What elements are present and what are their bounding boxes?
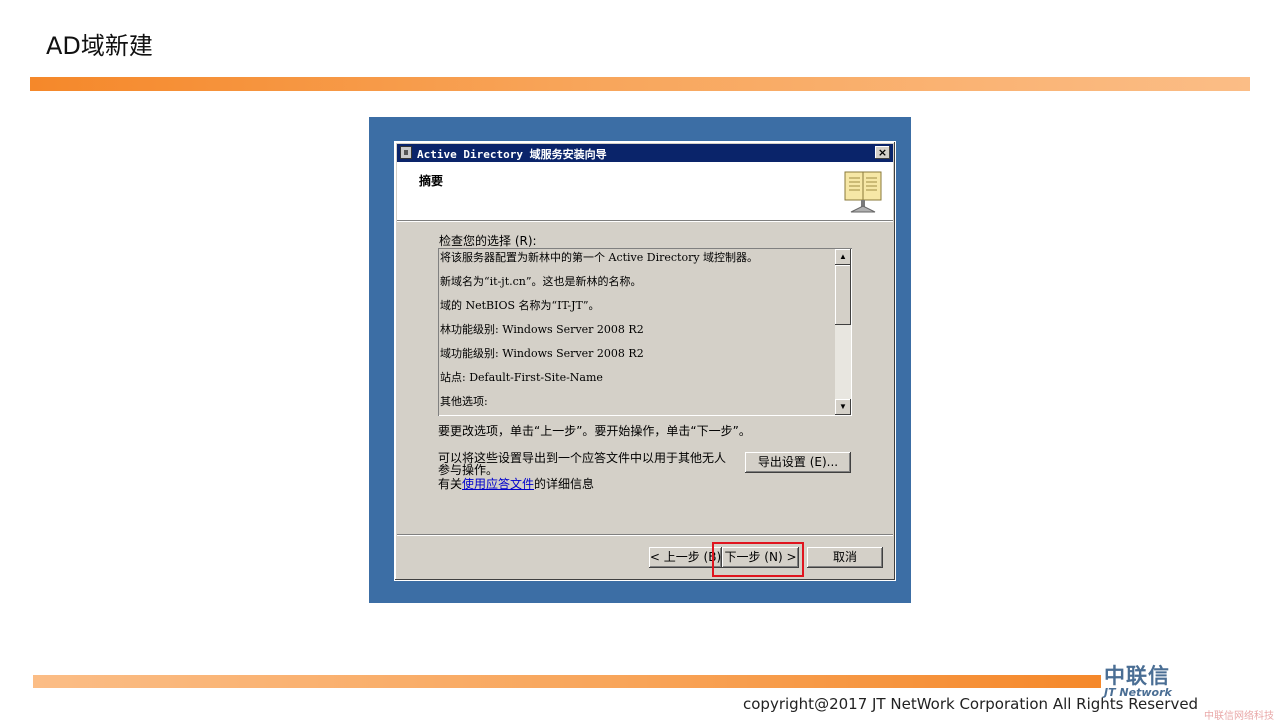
screenshot-frame: Active Directory 域服务安装向导 × 摘要 检查您的选择 (R)… [369,117,911,603]
close-icon[interactable]: × [875,146,890,159]
slide-title: AD域新建 [46,32,153,60]
header-panel: 摘要 [397,162,893,221]
page-title: 摘要 [419,174,444,188]
answer-file-link[interactable]: 使用应答文件 [462,477,534,491]
summary-line: 其他选项: [440,395,488,408]
company-logo: 中联信 JT Network [1104,664,1172,699]
summary-listbox[interactable]: 将该服务器配置为新林中的第一个 Active Directory 域控制器。 新… [438,248,852,416]
summary-line: 林功能级别: Windows Server 2008 R2 [440,323,644,336]
export-settings-button[interactable]: 导出设置 (E)... [745,452,851,473]
vertical-scrollbar[interactable]: ▲ ▼ [835,249,851,415]
title-bar: Active Directory 域服务安装向导 × [397,144,893,162]
copyright-text: copyright@2017 JT NetWork Corporation Al… [743,695,1199,713]
scroll-up-icon[interactable]: ▲ [835,249,851,265]
summary-line: 新域名为“it-jt.cn”。这也是新林的名称。 [440,275,642,288]
summary-line: 域的 NetBIOS 名称为“IT-JT”。 [440,299,600,312]
summary-line: 将该服务器配置为新林中的第一个 Active Directory 域控制器。 [440,251,759,264]
book-icon [844,171,882,213]
top-accent-bar [30,77,1250,91]
summary-line: 域功能级别: Windows Server 2008 R2 [440,347,644,360]
bottom-accent-bar [33,675,1101,688]
scroll-thumb[interactable] [835,265,851,325]
cancel-button[interactable]: 取消 [807,547,883,568]
help-text: 有关使用应答文件的详细信息 [438,477,595,491]
window-app-icon [400,146,412,159]
review-label: 检查您的选择 (R): [439,234,537,248]
next-button-highlight [712,542,804,577]
window-title: Active Directory 域服务安装向导 [417,148,607,161]
header-divider [397,221,893,222]
scroll-down-icon[interactable]: ▼ [835,399,851,415]
wizard-window: Active Directory 域服务安装向导 × 摘要 检查您的选择 (R)… [394,141,896,581]
export-description: 可以将这些设置导出到一个应答文件中以用于其他无人 参与操作。 [438,451,727,477]
summary-line: 站点: Default-First-Site-Name [440,371,603,384]
instruction-text: 要更改选项，单击“上一步”。要开始操作，单击“下一步”。 [438,424,751,438]
